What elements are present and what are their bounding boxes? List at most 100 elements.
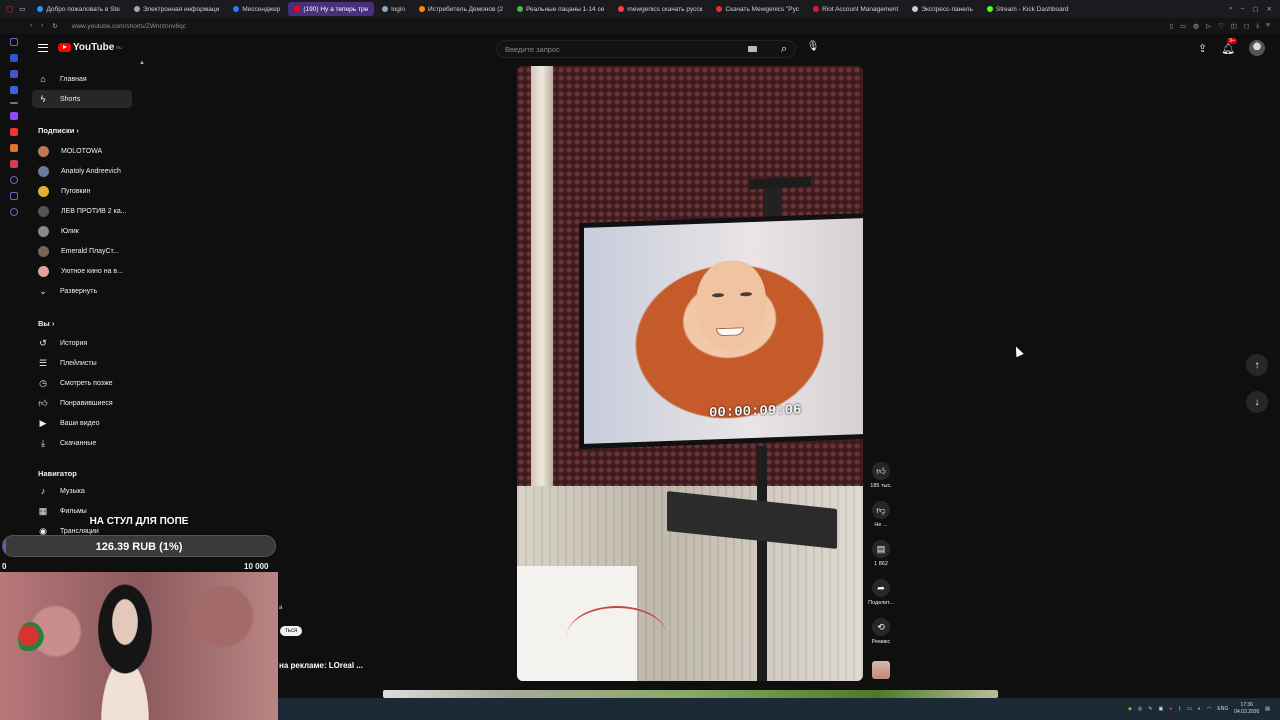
- network-icon[interactable]: ◠: [1207, 706, 1211, 712]
- sidebar-item-label: Смотреть позже: [60, 379, 113, 387]
- sidebar-item-navigator[interactable]: ♪ Музыка: [32, 482, 132, 500]
- app-pink-icon[interactable]: [10, 160, 18, 168]
- mic-tray-icon[interactable]: ●: [1169, 706, 1172, 712]
- history-icon[interactable]: [10, 38, 18, 46]
- sidebar-item-you[interactable]: ◷ Смотреть позже: [32, 374, 132, 392]
- short-video-player[interactable]: 00:00:09:06: [517, 66, 863, 681]
- sidebar-item-you[interactable]: ↺ История: [32, 334, 132, 352]
- telegram-icon[interactable]: [10, 86, 18, 94]
- browser-tab[interactable]: Stream - Kick Dashboard: [981, 2, 1075, 16]
- notification-center-icon[interactable]: ▤: [1265, 706, 1270, 712]
- dislike-button[interactable]: 👎︎ Не ...: [866, 501, 896, 528]
- sidebar-item-label: Плейлисты: [60, 359, 97, 367]
- youtube-logo[interactable]: YouTube RU: [58, 42, 122, 53]
- messenger-icon[interactable]: [10, 54, 18, 62]
- browser-tab[interactable]: Реальные пацаны 1-14 се: [511, 2, 610, 16]
- clock[interactable]: 17:36 04.03.2026: [1234, 702, 1259, 716]
- screenshot-icon[interactable]: ▭: [1180, 22, 1186, 30]
- browser-tab[interactable]: Добро пожаловать в Ste: [31, 2, 125, 16]
- subscription-item[interactable]: Пуговкин: [32, 182, 132, 200]
- subscription-item[interactable]: MOLOTOWA: [32, 142, 132, 160]
- pen-icon[interactable]: ✎: [1148, 706, 1152, 712]
- subscription-item[interactable]: ЛЕВ ПРОТИВ 2 ка...: [32, 202, 132, 220]
- avatar[interactable]: [1249, 40, 1266, 56]
- settings-icon[interactable]: [10, 208, 18, 216]
- app-tray-icon[interactable]: ◎: [1138, 706, 1142, 712]
- opera-icon[interactable]: ◯: [6, 5, 13, 13]
- subscriptions-title[interactable]: Подписки ›: [38, 126, 79, 135]
- browser-tab[interactable]: login: [376, 2, 411, 16]
- app-red-icon[interactable]: [10, 128, 18, 136]
- upload-icon[interactable]: ⇪: [1198, 42, 1207, 55]
- url-field[interactable]: www.youtube.com/shorts/ZWnrznnv6qc: [72, 23, 186, 30]
- subscription-item[interactable]: Юлик: [32, 222, 132, 240]
- subscription-item[interactable]: Anatoly Andreevich: [32, 162, 132, 180]
- youtube-sidebar: YouTube RU ⌂ Главная ϟ Shorts Подписки ›…: [28, 34, 144, 536]
- back-icon[interactable]: ‹: [30, 22, 32, 30]
- browser-tab[interactable]: Экспресс-панель: [906, 2, 979, 16]
- browser-tab[interactable]: (190) Ну а теперь тре: [288, 2, 375, 16]
- subscription-item[interactable]: Уютное кино на в...: [32, 262, 132, 280]
- next-short-button[interactable]: ↓: [1246, 391, 1268, 413]
- whatsapp-icon[interactable]: [10, 70, 18, 78]
- maximize-icon[interactable]: ▢: [1252, 5, 1258, 13]
- sound-thumbnail[interactable]: [866, 661, 896, 679]
- twitch-icon[interactable]: [10, 112, 18, 120]
- browser-tab[interactable]: Мессенджер: [227, 2, 286, 16]
- arrow-up-icon: ↑: [1254, 359, 1260, 371]
- search-tabs-icon[interactable]: ⌕: [1229, 5, 1233, 13]
- search-input[interactable]: Введите запрос: [505, 45, 560, 54]
- browser-tab[interactable]: mewgenics скачать русск: [612, 2, 708, 16]
- wallet-icon[interactable]: ◻: [1244, 22, 1249, 30]
- previous-short-button[interactable]: ↑: [1246, 354, 1268, 376]
- volume-icon[interactable]: 🔈︎: [1198, 706, 1201, 712]
- bookmark-icon[interactable]: ▯: [1170, 22, 1174, 30]
- downloads-icon[interactable]: ⤓: [1256, 22, 1259, 30]
- comments-button[interactable]: ▤ 1 862: [866, 540, 896, 567]
- menu-icon[interactable]: ≡: [1266, 22, 1270, 30]
- play-icon[interactable]: ▷: [1206, 22, 1211, 30]
- sidebar-item-you[interactable]: ⤓ Скачанные: [32, 434, 132, 452]
- browser-tab[interactable]: Истребитель Демонов (2: [413, 2, 509, 16]
- sidebar-item-you[interactable]: ▶ Ваши видео: [32, 414, 132, 432]
- sidebar-item-you[interactable]: ☰ Плейлисты: [32, 354, 132, 372]
- clipboard-icon[interactable]: ▣: [1158, 706, 1163, 712]
- clock-icon[interactable]: [10, 176, 18, 184]
- extensions-icon[interactable]: ◫: [1231, 22, 1237, 30]
- sidebar-item-home[interactable]: ⌂ Главная: [32, 70, 132, 88]
- expand-button[interactable]: ⌄ Развернуть: [32, 282, 132, 300]
- liked-icon: 👍︎: [38, 397, 48, 408]
- nvidia-icon[interactable]: ◆: [1128, 706, 1132, 712]
- battery-icon[interactable]: ▭: [1187, 706, 1192, 712]
- language-indicator[interactable]: ENG: [1217, 706, 1228, 712]
- vpn-icon[interactable]: ◍: [1193, 22, 1199, 30]
- reload-icon[interactable]: ↻: [52, 22, 57, 30]
- hamburger-icon[interactable]: [38, 43, 48, 52]
- you-title[interactable]: Вы ›: [38, 319, 54, 328]
- microphone-icon[interactable]: 🎙: [805, 41, 821, 57]
- notifications-icon[interactable]: 🔔︎ 9+: [1221, 37, 1237, 55]
- tab-list-icon[interactable]: ▭: [19, 5, 25, 13]
- app-orange-icon[interactable]: [10, 144, 18, 152]
- close-icon[interactable]: ✕: [1267, 5, 1272, 13]
- subscription-item[interactable]: Emerald ПлауСт...: [32, 242, 132, 260]
- next-video-preview-strip[interactable]: [383, 690, 998, 698]
- search-icon[interactable]: ⌕: [781, 43, 787, 56]
- partial-button[interactable]: ться: [280, 626, 303, 636]
- keyboard-icon[interactable]: [748, 46, 757, 52]
- browser-tab[interactable]: Riot Account Management: [807, 2, 904, 16]
- bluetooth-icon[interactable]: ᛒ: [1178, 706, 1181, 712]
- sidebar-item-shorts[interactable]: ϟ Shorts: [32, 90, 132, 108]
- remix-button[interactable]: ⟲ Ремикс: [866, 618, 896, 645]
- sidebar-item-you[interactable]: 👍︎ Понравившиеся: [32, 394, 132, 412]
- browser-tab[interactable]: Электронная информаци: [128, 2, 225, 16]
- browser-tab[interactable]: Скачать Mewgenics "Рус: [710, 2, 805, 16]
- heart-icon[interactable]: ♡: [1218, 22, 1224, 30]
- pin-icon[interactable]: [10, 192, 18, 200]
- forward-icon[interactable]: ›: [41, 22, 43, 30]
- like-button[interactable]: 👍︎ 185 тыс.: [866, 462, 896, 489]
- minimize-icon[interactable]: –: [1241, 5, 1245, 13]
- share-button[interactable]: ➦ Поделит...: [866, 579, 896, 606]
- search-bar[interactable]: Введите запрос ⌕: [496, 40, 796, 58]
- sidebar-scroll-up-icon[interactable]: ▲: [139, 60, 145, 66]
